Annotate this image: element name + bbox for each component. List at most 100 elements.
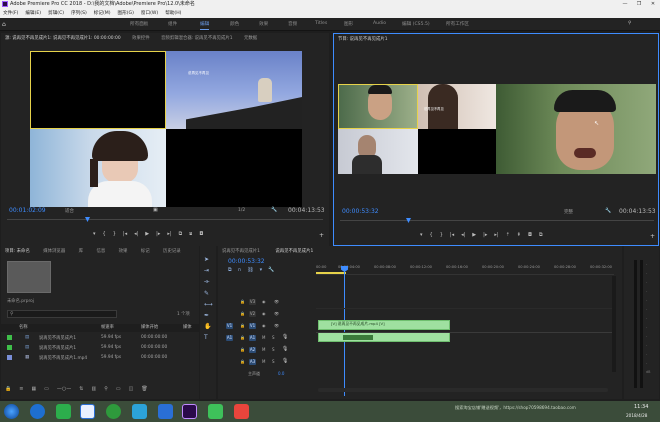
- find-icon[interactable]: ⚲: [104, 386, 108, 392]
- hand-tool-icon[interactable]: ✋: [204, 323, 213, 330]
- mark-out-bracket-icon[interactable]: }: [440, 232, 443, 238]
- track-a2-label[interactable]: A2: [249, 347, 256, 353]
- track-lock-icon[interactable]: 🔒: [240, 335, 245, 340]
- mute-icon[interactable]: M: [262, 335, 265, 340]
- solo-icon[interactable]: S: [272, 347, 275, 352]
- pen-tool-icon[interactable]: ✒: [204, 312, 213, 319]
- program-wrench-icon[interactable]: 🔧: [605, 208, 611, 214]
- minimize-button[interactable]: —: [620, 0, 630, 9]
- c-green-app-icon[interactable]: [208, 404, 223, 419]
- track-lock-icon[interactable]: 🔒: [240, 323, 245, 328]
- settings-wrench-icon[interactable]: 🔧: [268, 267, 274, 273]
- tab-effects[interactable]: 效果: [119, 249, 128, 254]
- c-red-app-icon[interactable]: [234, 404, 249, 419]
- menu-markers[interactable]: 标记(M): [94, 9, 111, 18]
- mute-icon[interactable]: M: [262, 359, 265, 364]
- mark-in-icon[interactable]: ▾: [420, 232, 423, 238]
- play-icon[interactable]: ▶: [472, 232, 476, 238]
- track-lock-icon[interactable]: 🔒: [240, 347, 245, 352]
- go-to-out-icon[interactable]: ▸|: [167, 231, 171, 237]
- add-button-icon[interactable]: +: [650, 233, 655, 240]
- snap-icon[interactable]: ∩: [238, 267, 242, 273]
- razor-tool-icon[interactable]: ✎: [204, 290, 213, 297]
- column-frame-rate[interactable]: 帧速率: [101, 324, 114, 332]
- workspace-graphics[interactable]: 图形: [344, 21, 353, 27]
- search-icon[interactable]: ⚲: [628, 21, 631, 26]
- close-button[interactable]: ✕: [648, 0, 658, 9]
- track-eye-icon[interactable]: ◉: [262, 299, 266, 304]
- add-button-icon[interactable]: +: [319, 232, 324, 239]
- step-forward-icon[interactable]: |▸: [156, 231, 160, 237]
- premiere-taskbar-icon[interactable]: [182, 404, 197, 419]
- source-patch-a1[interactable]: A1: [226, 335, 233, 341]
- mute-icon[interactable]: M: [262, 347, 265, 352]
- microphone-icon[interactable]: 🎙: [282, 346, 288, 352]
- project-row[interactable]: ▦ 说再见不再见成片1.mp4 59.94 fps 00:00:00:00: [7, 355, 167, 361]
- project-row[interactable]: ▤ 说再见不再见成片1 59.94 fps 00:00:00:00: [7, 335, 167, 341]
- tab-project[interactable]: 项目: 未命名: [5, 249, 30, 254]
- workspace-audio[interactable]: 音频: [288, 21, 297, 27]
- program-scrubber[interactable]: [340, 218, 654, 224]
- project-row[interactable]: ▤ 说再见不再见成片1 59.94 fps 00:00:00:00: [7, 345, 167, 351]
- source-resolution-menu[interactable]: 1/2: [238, 208, 245, 213]
- tab-metadata[interactable]: 元数据: [244, 36, 257, 41]
- extract-icon[interactable]: ⇞: [517, 232, 521, 238]
- master-volume-value[interactable]: 0.0: [278, 371, 284, 376]
- tab-libraries[interactable]: 库: [79, 249, 83, 254]
- source-timecode[interactable]: 00:01:02:09: [9, 207, 46, 214]
- browser-app-icon[interactable]: [106, 404, 121, 419]
- tab-sequence-1[interactable]: 说再见不再见成片1: [222, 249, 260, 254]
- step-back-icon[interactable]: ◂|: [461, 232, 465, 238]
- workspace-editing[interactable]: 编辑: [200, 21, 210, 30]
- export-frame-icon[interactable]: ◘: [528, 232, 532, 238]
- video-clip[interactable]: [V] 说再见不再见成片.mp4 [V]: [318, 320, 450, 330]
- nest-icon[interactable]: ⧉: [228, 267, 232, 273]
- trash-icon[interactable]: 🗑: [141, 386, 147, 392]
- source-settings-icon[interactable]: ▣: [153, 207, 158, 213]
- mark-in-bracket-icon[interactable]: {: [430, 232, 433, 238]
- column-media[interactable]: 媒体: [183, 324, 192, 332]
- program-timecode[interactable]: 00:00:53:32: [342, 208, 379, 215]
- timeline-vertical-scrollbar[interactable]: [612, 276, 616, 372]
- solo-icon[interactable]: S: [272, 335, 275, 340]
- source-patch-v1[interactable]: V1: [226, 323, 233, 329]
- track-a1-label[interactable]: A1: [249, 335, 256, 341]
- clock-date[interactable]: 2018/4/28: [626, 413, 647, 418]
- playhead[interactable]: [344, 266, 345, 396]
- menu-file[interactable]: 文件(F): [3, 9, 18, 18]
- u-app-icon[interactable]: [80, 404, 95, 419]
- timeline-ruler[interactable]: 00:00 00:00:04:00 00:00:08:00 00:00:12:0…: [316, 263, 614, 275]
- workspace-effects[interactable]: 效果: [259, 21, 268, 27]
- solo-icon[interactable]: S: [272, 359, 275, 364]
- monitor-app-icon[interactable]: [132, 404, 147, 419]
- microphone-icon[interactable]: 🎙: [282, 358, 288, 364]
- workspace-all[interactable]: 所有工作区: [446, 21, 469, 27]
- track-v3-label[interactable]: V3: [249, 299, 256, 305]
- workspace-editing-cs55[interactable]: 编辑 (CS5.5): [402, 21, 430, 27]
- track-eye-icon[interactable]: ◉: [262, 323, 266, 328]
- sort-icon[interactable]: ⇅: [79, 386, 83, 392]
- timeline-timecode[interactable]: 00:00:53:32: [228, 258, 265, 265]
- track-select-tool-icon[interactable]: ⇥: [204, 267, 213, 274]
- tab-audio-clip-mixer[interactable]: 音频剪辑混合器: 说再见不再见成片1: [161, 36, 233, 41]
- clock-time[interactable]: 11:34: [634, 404, 648, 410]
- menu-sequence[interactable]: 序列(S): [71, 9, 87, 18]
- menu-help[interactable]: 帮助(H): [165, 9, 181, 18]
- mark-out-bracket-icon[interactable]: }: [113, 231, 116, 237]
- track-visibility-icon[interactable]: 👁: [274, 311, 279, 316]
- workspace-all-panels[interactable]: 所有面板: [130, 21, 148, 27]
- program-fit-menu[interactable]: 完整: [564, 209, 573, 215]
- menu-edit[interactable]: 编辑(E): [25, 9, 41, 18]
- explorer-app-icon[interactable]: [158, 404, 173, 419]
- project-search-input[interactable]: ⚲: [7, 310, 117, 318]
- wrench-icon[interactable]: 🔧: [271, 207, 277, 213]
- workspace-audio-en[interactable]: Audio: [373, 21, 386, 26]
- slip-tool-icon[interactable]: ⟷: [204, 301, 213, 308]
- overwrite-icon[interactable]: ⧈: [189, 231, 192, 237]
- step-forward-icon[interactable]: |▸: [483, 232, 487, 238]
- chat-app-icon[interactable]: [56, 404, 71, 419]
- go-to-in-icon[interactable]: |◂: [123, 231, 127, 237]
- tab-sequence-2[interactable]: 说再见不再见成片1: [275, 249, 313, 254]
- ripple-edit-tool-icon[interactable]: ⟛: [204, 278, 213, 286]
- audio-clip[interactable]: [318, 332, 450, 342]
